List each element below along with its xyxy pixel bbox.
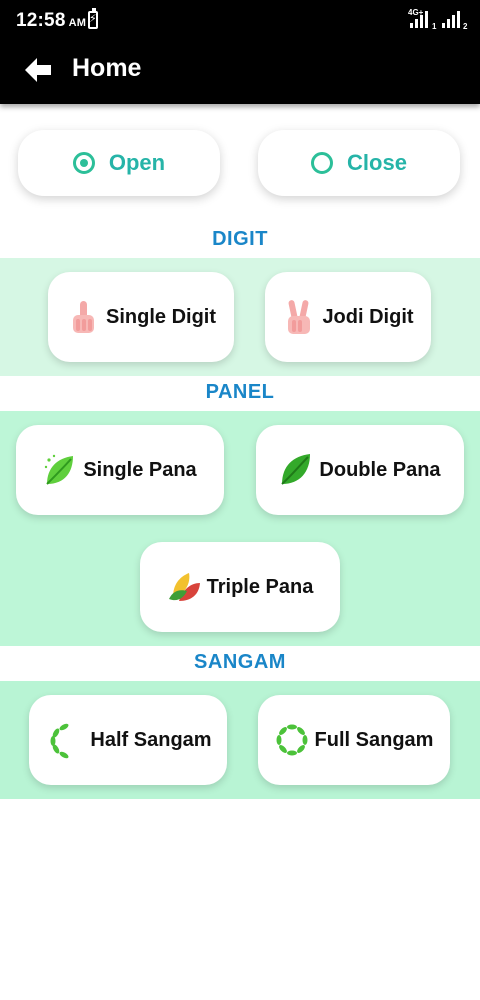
victory-hand-icon (288, 300, 311, 334)
close-session-button[interactable]: Close (258, 130, 460, 196)
full-leaf-wreath-icon (276, 724, 308, 756)
sim2-label: 2 (463, 22, 468, 31)
jodi-digit-label: Jodi Digit (322, 305, 414, 328)
section-title-digit: DIGIT (212, 228, 268, 250)
single-pana-button[interactable]: Single Pana (16, 425, 224, 515)
signal-strength-sim2-icon (442, 10, 464, 30)
single-leaf-icon (45, 454, 74, 485)
three-leaves-icon (168, 573, 200, 601)
sim1-label: 1 (432, 22, 437, 31)
arrow-left-icon[interactable] (24, 56, 52, 84)
close-radio-unchecked-icon[interactable] (311, 152, 334, 174)
jodi-digit-button[interactable]: Jodi Digit (265, 272, 431, 362)
signal-strength-sim1-icon (410, 10, 432, 30)
double-pana-label: Double Pana (319, 458, 441, 481)
open-session-button[interactable]: Open (18, 130, 220, 196)
half-sangam-button[interactable]: Half Sangam (29, 695, 227, 785)
triple-pana-button[interactable]: Triple Pana (140, 542, 340, 632)
app-bar: Home (0, 40, 480, 104)
status-bar: 12:58AM 4G+ 1 2 (0, 0, 480, 40)
battery-charging-icon (88, 8, 98, 29)
single-digit-button[interactable]: Single Digit (48, 272, 234, 362)
green-leaf-icon (281, 454, 311, 485)
page-title: Home (72, 54, 142, 82)
full-sangam-label: Full Sangam (314, 728, 434, 751)
single-digit-label: Single Digit (106, 305, 216, 328)
open-label: Open (108, 150, 166, 175)
triple-pana-label: Triple Pana (206, 575, 314, 598)
one-finger-hand-icon (73, 301, 94, 333)
status-time: 12:58 AM (16, 10, 86, 32)
close-label: Close (347, 150, 407, 175)
half-leaf-wreath-icon (50, 723, 69, 759)
single-pana-label: Single Pana (83, 458, 197, 481)
section-title-panel: PANEL (205, 381, 275, 403)
half-sangam-label: Half Sangam (90, 728, 212, 751)
status-ampm: AM (68, 17, 87, 29)
status-time-value: 12:58 (16, 10, 66, 31)
full-sangam-button[interactable]: Full Sangam (258, 695, 450, 785)
section-title-sangam: SANGAM (194, 651, 286, 673)
double-pana-button[interactable]: Double Pana (256, 425, 464, 515)
open-radio-checked-icon[interactable] (72, 152, 95, 174)
